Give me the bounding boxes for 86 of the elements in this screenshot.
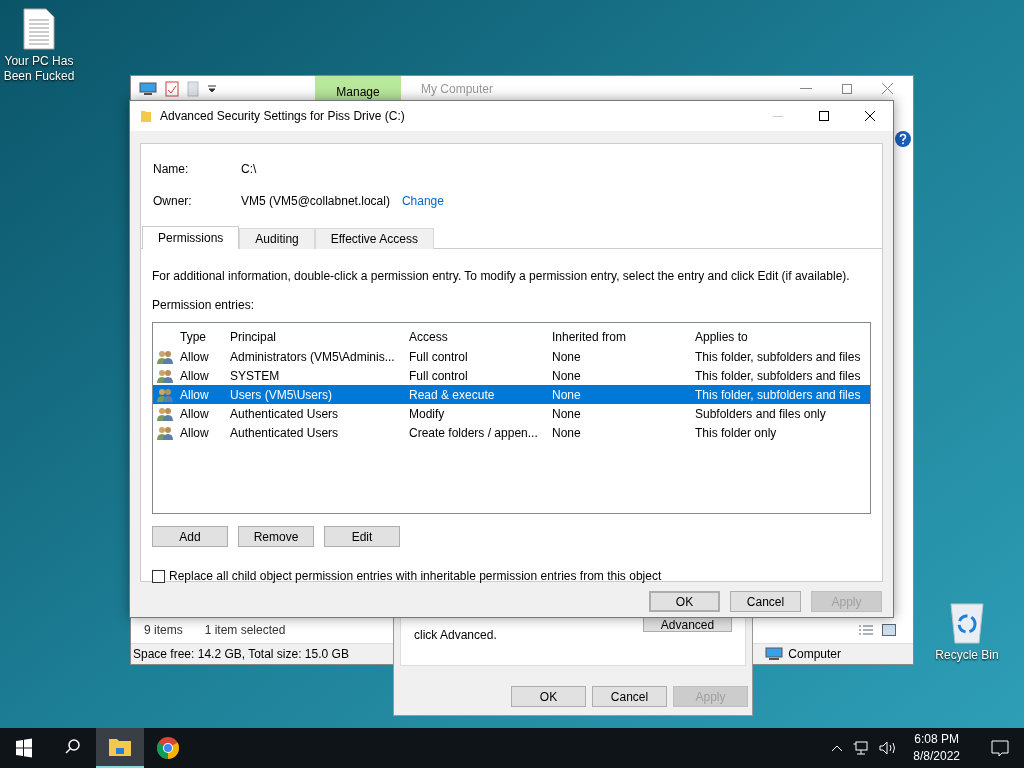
table-cell-text: Subfolders and files only (694, 405, 827, 423)
table-cell-text: Full control (408, 348, 469, 366)
tab[interactable]: Auditing (239, 228, 315, 249)
dialog-title: Advanced Security Settings for Piss Drive (C:) (160, 108, 405, 125)
field-value: C:\ (241, 161, 258, 178)
chevron-up-icon[interactable] (831, 744, 844, 752)
clock-time[interactable]: 6:08 PM (914, 731, 959, 748)
table-cell-text: Users (VM5\Users) (229, 386, 333, 404)
permission-row[interactable]: Allow Authenticated Users Create folders / appen... None This folder only (153, 423, 870, 442)
column-header[interactable]: Type (179, 328, 229, 346)
column-header[interactable]: Applies to (694, 328, 870, 346)
folder-icon (108, 737, 132, 757)
table-cell-text: Modify (408, 405, 446, 423)
table-cell-text: Allow (179, 405, 210, 423)
table-cell-text: Authenticated Users (229, 405, 340, 423)
checkbox[interactable] (152, 569, 165, 583)
dialog-button[interactable]: OK (511, 686, 586, 707)
field-value: VM5 (VM5@collabnet.local) (241, 193, 390, 210)
checkbox-label: Replace all child object permission entries with inheritable permission entries from this object (169, 568, 662, 585)
dialog-button[interactable]: Cancel (730, 591, 801, 612)
chrome-icon (156, 736, 180, 760)
properties-icon[interactable] (165, 80, 179, 97)
table-cell-text: None (551, 386, 582, 404)
network-icon[interactable] (853, 741, 870, 755)
location-text: Computer (788, 646, 841, 663)
permission-row[interactable]: Allow SYSTEM Full control None This folder, subfolders and files (153, 366, 870, 385)
close-icon[interactable] (882, 83, 893, 94)
table-cell-text: This folder only (694, 424, 778, 442)
change-link[interactable]: Change (401, 192, 444, 210)
window-title: My Computer (421, 80, 494, 98)
column-header[interactable]: Principal (229, 328, 408, 346)
status-text: 1 item selected (204, 622, 286, 639)
permission-row[interactable]: Allow Authenticated Users Modify None Subfolders and files only (153, 404, 870, 423)
field-label: Name: (153, 161, 190, 178)
tab[interactable]: Effective Access (314, 228, 434, 249)
users-icon (156, 348, 174, 365)
dropdown-icon[interactable] (207, 83, 217, 94)
dialog-button[interactable]: OK (649, 591, 720, 612)
dialog-button[interactable]: Cancel (592, 686, 667, 707)
field-label: Owner: (153, 193, 193, 210)
ribbon-tab[interactable]: Manage (315, 76, 401, 101)
users-icon (156, 405, 174, 422)
recycle-bin-icon (948, 600, 986, 644)
hint-text: click Advanced. (414, 627, 497, 644)
status-text: 9 items (144, 622, 183, 639)
users-icon (156, 386, 174, 403)
taskbar-app[interactable] (96, 728, 144, 768)
users-icon (156, 424, 174, 441)
monitor-icon[interactable] (139, 81, 157, 96)
entry-button[interactable]: Add (152, 526, 228, 547)
desktop-icon-label[interactable]: Your PC Has Been Fucked (1, 54, 77, 84)
table-cell-text: This folder, subfolders and files (694, 367, 862, 385)
clock-date[interactable]: 8/8/2022 (913, 748, 960, 765)
table-cell-text: None (551, 348, 582, 366)
table-cell-text: None (551, 424, 582, 442)
column-header[interactable]: Inherited from (551, 328, 694, 346)
table-cell-text: Allow (179, 424, 210, 442)
table-cell-text: This folder, subfolders and files (694, 348, 862, 366)
table-cell-text: Allow (179, 348, 210, 366)
volume-icon[interactable] (879, 741, 898, 755)
text-file-icon (23, 8, 55, 50)
table-cell-text: This folder, subfolders and files (694, 386, 862, 404)
entry-button[interactable]: Edit (324, 526, 400, 547)
table-cell-text: Authenticated Users (229, 424, 340, 442)
column-header[interactable]: Access (408, 328, 551, 346)
help-icon[interactable] (895, 131, 911, 147)
status-text: Space free: 14.2 GB, Total size: 15.0 GB (133, 646, 349, 663)
permission-row[interactable]: Allow Administrators (VM5\Adminis... Full control None This folder, subfolders and files (153, 347, 870, 366)
table-cell-text: None (551, 405, 582, 423)
folder-icon (140, 109, 152, 123)
permission-row[interactable]: Allow Users (VM5\Users) Read & execute None This folder, subfolders and files (153, 385, 870, 404)
table-cell-text: Allow (179, 386, 210, 404)
computer-icon (765, 647, 784, 661)
users-icon (156, 367, 174, 384)
tab[interactable]: Permissions (142, 226, 240, 249)
entry-button[interactable]: Remove (238, 526, 314, 547)
instruction-text: For additional information, double-click a permission entry. To modify a permission entry, select the entry and click Edit (if available). (152, 268, 851, 285)
table-cell-text: Allow (179, 367, 210, 385)
table-cell-text: SYSTEM (229, 367, 281, 385)
section-label: Permission entries: (152, 297, 256, 314)
table-cell-text: Administrators (VM5\Adminis... (229, 348, 396, 366)
table-cell-text: Full control (408, 367, 469, 385)
table-cell-text: Read & execute (408, 386, 496, 404)
table-cell-text: None (551, 367, 582, 385)
tiles-view-icon[interactable] (882, 624, 896, 636)
table-cell-text: Create folders / appen... (408, 424, 539, 442)
